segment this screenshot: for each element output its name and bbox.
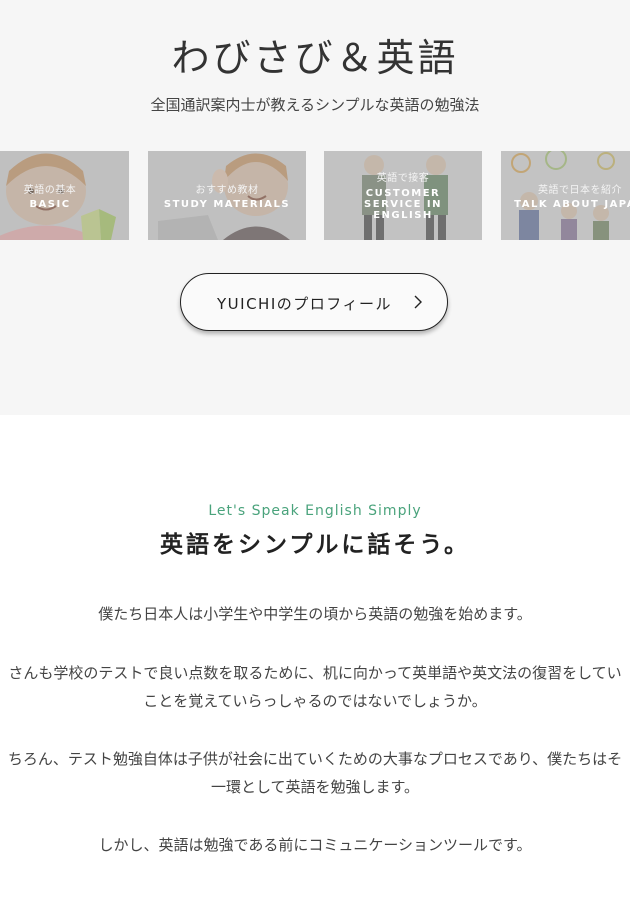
section-eyebrow: Let's Speak English Simply xyxy=(208,503,422,519)
intro-paragraph-2: さんも学校のテストで良い点数を取るために、机に向かって英単語や英文法の復習をして… xyxy=(0,659,630,715)
card-en-label: TALK ABOUT JAPAN xyxy=(514,199,630,210)
section-title: 英語をシンプルに話そう。 xyxy=(160,532,470,558)
category-card-talk-about-japan[interactable]: 英語で日本を紹介 TALK ABOUT JAPAN xyxy=(501,151,630,240)
card-jp-label: 英語で接客 xyxy=(376,173,430,184)
intro-paragraph-1: 僕たち日本人は小学生や中学生の頃から英語の勉強を始めます。 xyxy=(0,600,630,628)
intro-paragraph-4: しかし、英語は勉強である前にコミュニケーションツールです。 xyxy=(0,831,630,859)
card-en-label: STUDY MATERIALS xyxy=(163,199,291,210)
card-jp-label: おすすめ教材 xyxy=(195,185,259,196)
paragraph-line: 一環として英語を勉強します。 xyxy=(210,778,420,796)
profile-button[interactable]: YUICHIのプロフィール xyxy=(180,273,448,331)
intro-paragraph-3: ちろん、テスト勉強自体は子供が社会に出ていくための大事なプロセスであり、僕たちは… xyxy=(0,745,630,801)
paragraph-line: ことを覚えていらっしゃるのではないでしょうか。 xyxy=(143,692,487,710)
site-title: わびさび＆英語 xyxy=(171,36,459,80)
card-jp-label: 英語の基本 xyxy=(23,185,77,196)
paragraph-line: しかし、英語は勉強である前にコミュニケーションツールです。 xyxy=(98,836,532,854)
paragraph-line: ちろん、テスト勉強自体は子供が社会に出ていくための大事なプロセスであり、僕たちは… xyxy=(7,750,623,768)
paragraph-line: 僕たち日本人は小学生や中学生の頃から英語の勉強を始めます。 xyxy=(98,605,532,623)
profile-button-label: YUICHIのプロフィール xyxy=(217,295,392,313)
category-card-customer-service[interactable]: 英語で接客 CUSTOMER SERVICE IN ENGLISH xyxy=(324,151,482,240)
chevron-right-icon xyxy=(414,295,422,309)
hero-section: わびさび＆英語 全国通訳案内士が教えるシンプルな英語の勉強法 英語の基本 BAS… xyxy=(0,0,630,415)
card-en-label: BASIC xyxy=(29,199,71,210)
card-jp-label: 英語で日本を紹介 xyxy=(538,185,622,196)
category-card-basic[interactable]: 英語の基本 BASIC xyxy=(0,151,129,240)
site-tagline: 全国通訳案内士が教えるシンプルな英語の勉強法 xyxy=(150,96,480,114)
paragraph-line: さんも学校のテストで良い点数を取るために、机に向かって英単語や英文法の復習をして… xyxy=(8,664,622,682)
card-en-label: CUSTOMER SERVICE IN ENGLISH xyxy=(364,188,442,221)
category-card-study-materials[interactable]: おすすめ教材 STUDY MATERIALS xyxy=(148,151,306,240)
